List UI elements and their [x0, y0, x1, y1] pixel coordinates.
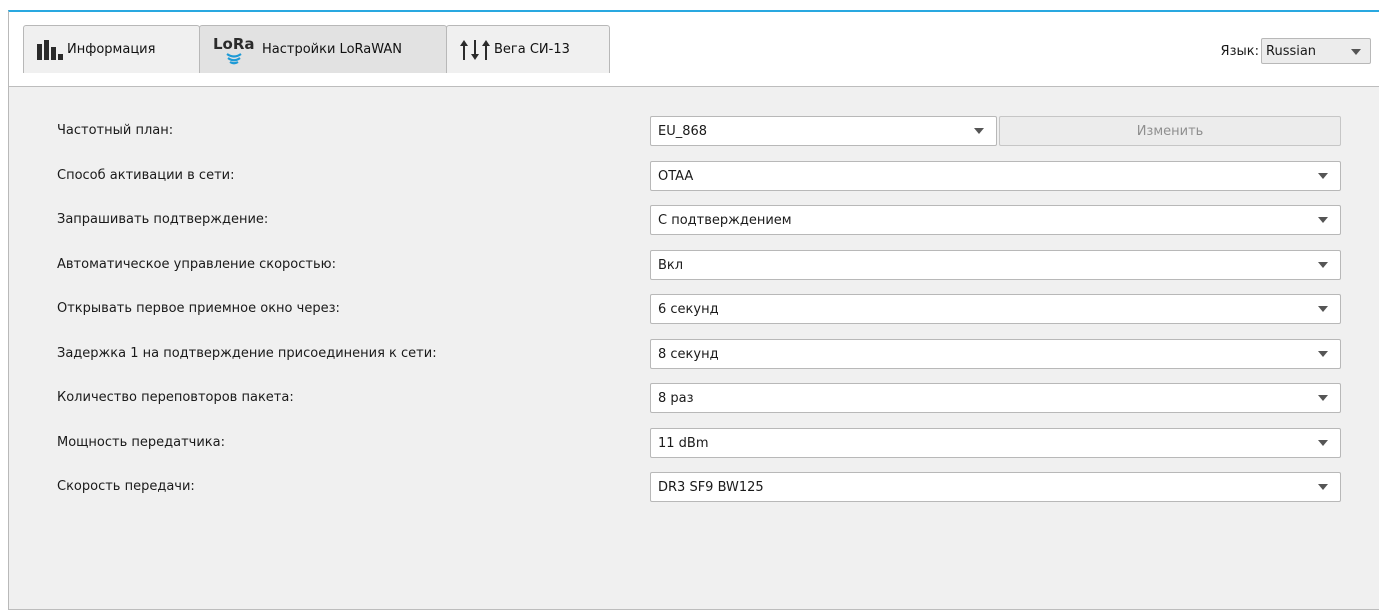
- rx1-delay-dropdown[interactable]: 6 секунд: [650, 294, 1341, 324]
- setting-value: Вкл: [658, 257, 684, 273]
- tab-information[interactable]: Информация: [23, 25, 200, 73]
- setting-row-frequency-plan: Частотный план: EU_868 Изменить: [9, 116, 1379, 146]
- setting-label: Частотный план:: [57, 123, 174, 138]
- setting-value: 6 секунд: [658, 301, 719, 317]
- setting-label: Способ активации в сети:: [57, 168, 235, 183]
- app-window: Информация LoRa Настройки LoRaWAN Вега С…: [8, 10, 1379, 610]
- setting-value: 11 dBm: [658, 435, 709, 451]
- language-label: Язык:: [1220, 43, 1259, 59]
- lora-logo-icon: LoRa: [213, 35, 255, 64]
- setting-label: Задержка 1 на подтверждение присоединени…: [57, 346, 437, 361]
- chevron-down-icon: [1318, 395, 1328, 401]
- setting-row-retries: Количество переповторов пакета: 8 раз: [9, 383, 1379, 413]
- setting-value: 8 раз: [658, 390, 694, 406]
- setting-value: OTAA: [658, 168, 694, 184]
- chevron-down-icon: [974, 128, 984, 134]
- tab-lorawan-settings[interactable]: LoRa Настройки LoRaWAN: [199, 25, 447, 73]
- chevron-down-icon: [1318, 440, 1328, 446]
- setting-row-rx1-delay: Открывать первое приемное окно через: 6 …: [9, 294, 1379, 324]
- lorawan-settings-panel: Частотный план: EU_868 Изменить Способ а…: [9, 86, 1379, 610]
- confirmation-dropdown[interactable]: С подтверждением: [650, 205, 1341, 235]
- chevron-down-icon: [1318, 173, 1328, 179]
- language-value: Russian: [1266, 43, 1317, 59]
- setting-value: DR3 SF9 BW125: [658, 479, 764, 495]
- setting-label: Скорость передачи:: [57, 479, 195, 494]
- setting-row-confirmation: Запрашивать подтверждение: С подтвержден…: [9, 205, 1379, 235]
- tx-power-dropdown[interactable]: 11 dBm: [650, 428, 1341, 458]
- activation-method-dropdown[interactable]: OTAA: [650, 161, 1341, 191]
- setting-row-tx-power: Мощность передатчика: 11 dBm: [9, 428, 1379, 458]
- setting-row-join-delay: Задержка 1 на подтверждение присоединени…: [9, 339, 1379, 369]
- setting-row-adr: Автоматическое управление скоростью: Вкл: [9, 250, 1379, 280]
- tab-bar: Информация LoRa Настройки LoRaWAN Вега С…: [9, 12, 1379, 88]
- adr-dropdown[interactable]: Вкл: [650, 250, 1341, 280]
- setting-label: Мощность передатчика:: [57, 435, 225, 450]
- setting-label: Запрашивать подтверждение:: [57, 212, 269, 227]
- retries-dropdown[interactable]: 8 раз: [650, 383, 1341, 413]
- frequency-plan-dropdown[interactable]: EU_868: [650, 116, 997, 146]
- setting-value: 8 секунд: [658, 346, 719, 362]
- chevron-down-icon: [1318, 217, 1328, 223]
- setting-value: EU_868: [658, 123, 708, 139]
- setting-row-data-rate: Скорость передачи: DR3 SF9 BW125: [9, 472, 1379, 502]
- setting-label: Автоматическое управление скоростью:: [57, 257, 336, 272]
- tab-information-label: Информация: [67, 42, 156, 57]
- setting-row-activation: Способ активации в сети: OTAA: [9, 161, 1379, 191]
- chevron-down-icon: [1318, 351, 1328, 357]
- chevron-down-icon: [1318, 262, 1328, 268]
- tab-vega-si13[interactable]: Вега СИ-13: [446, 25, 610, 73]
- change-button[interactable]: Изменить: [999, 116, 1341, 146]
- chevron-down-icon: [1318, 484, 1328, 490]
- setting-label: Открывать первое приемное окно через:: [57, 301, 340, 316]
- tab-lorawan-settings-label: Настройки LoRaWAN: [262, 42, 402, 57]
- arrows-up-down-icon: [460, 39, 490, 60]
- lora-logo-text: LoRa: [213, 35, 255, 53]
- bar-chart-icon: [37, 39, 63, 60]
- chevron-down-icon: [1351, 49, 1361, 55]
- setting-label: Количество переповторов пакета:: [57, 390, 294, 405]
- language-selector: Язык: Russian: [1221, 38, 1371, 64]
- chevron-down-icon: [1318, 306, 1328, 312]
- data-rate-dropdown[interactable]: DR3 SF9 BW125: [650, 472, 1341, 502]
- setting-value: С подтверждением: [658, 212, 792, 228]
- language-dropdown[interactable]: Russian: [1261, 38, 1371, 64]
- join-delay-dropdown[interactable]: 8 секунд: [650, 339, 1341, 369]
- tab-vega-si13-label: Вега СИ-13: [494, 42, 570, 57]
